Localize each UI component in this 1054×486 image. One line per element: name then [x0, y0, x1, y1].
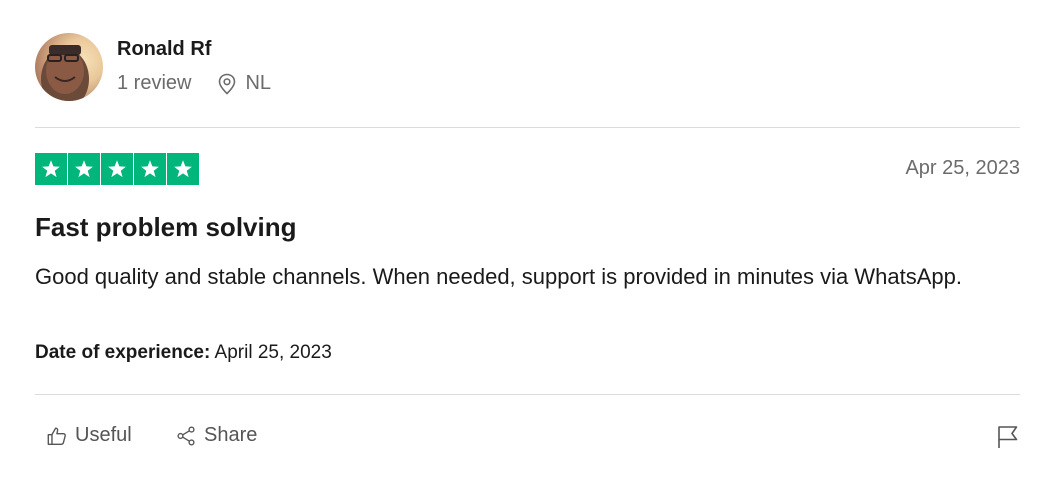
reviewer-meta: 1 review NL [117, 72, 271, 95]
reviewer-name[interactable]: Ronald Rf [117, 38, 211, 61]
share-label: Share [204, 424, 258, 446]
star-icon [68, 153, 100, 185]
star-icon [134, 153, 166, 185]
share-button[interactable]: Share [175, 424, 257, 447]
date-of-experience: Date of experience: April 25, 2023 [35, 342, 332, 364]
star-icon [101, 153, 133, 185]
thumbs-up-icon [47, 427, 66, 445]
review-title[interactable]: Fast problem solving [35, 212, 297, 243]
location-pin-icon [218, 73, 236, 95]
review-body: Good quality and stable channels. When n… [35, 264, 962, 289]
header-divider [35, 127, 1020, 128]
review-date: Apr 25, 2023 [905, 157, 1020, 179]
review-card: Ronald Rf 1 review NL Apr 25, 2023 Fast … [0, 0, 1054, 486]
experience-label: Date of experience: [35, 342, 211, 363]
reviewer-country: NL [245, 72, 272, 94]
review-count: 1 review [117, 72, 192, 94]
star-rating [35, 153, 199, 185]
experience-date: April 25, 2023 [214, 342, 332, 363]
star-icon [35, 153, 67, 185]
useful-button[interactable]: Useful [46, 424, 132, 447]
star-icon [167, 153, 199, 185]
footer-divider [35, 394, 1020, 395]
useful-label: Useful [75, 424, 132, 446]
avatar[interactable] [35, 33, 103, 101]
flag-icon[interactable] [996, 424, 1020, 455]
share-icon [177, 426, 195, 445]
